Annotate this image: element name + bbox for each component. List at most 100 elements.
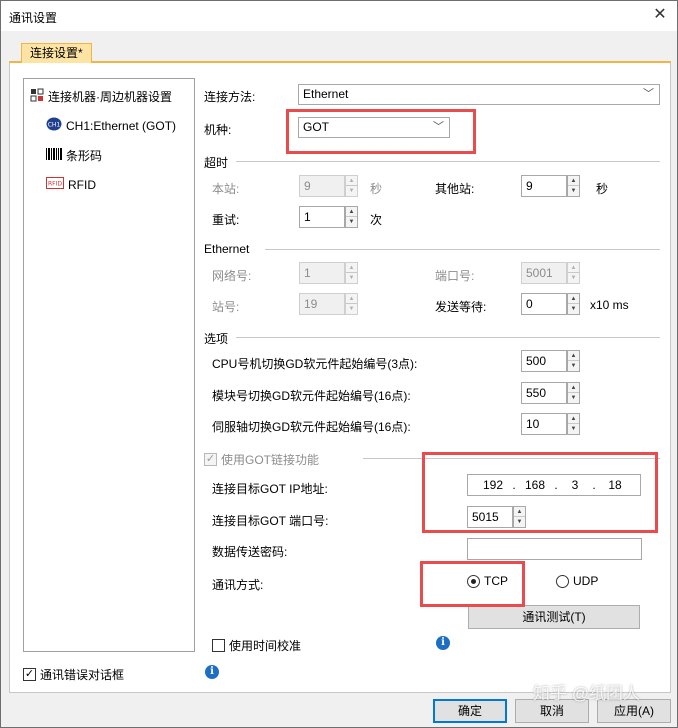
spin-up-icon: ▲	[346, 263, 357, 273]
module-switch-label: 模块号切换GD软元件起始编号(16点):	[212, 389, 411, 403]
svg-text:RFID: RFID	[48, 181, 62, 188]
spin-up-icon: ▲	[346, 176, 357, 186]
connection-method-select[interactable]: Ethernet ﹀	[298, 84, 660, 105]
comm-method-label: 通讯方式:	[212, 578, 264, 592]
retry-label: 重试:	[212, 213, 240, 227]
spin-down-icon: ▼	[348, 275, 355, 281]
chevron-down-icon: ﹀	[643, 88, 654, 100]
svg-text:CH1: CH1	[48, 122, 61, 129]
device-tree[interactable]: 连接机器·周边机器设置 CH1 CH1:Ethernet (GOT) 条形码 R…	[23, 78, 195, 652]
model-label: 机种:	[204, 123, 232, 137]
tab-connection-settings[interactable]: 连接设置*	[21, 43, 92, 63]
highlight-model	[286, 109, 476, 154]
station-number-label: 站号:	[212, 300, 240, 314]
other-station-unit: 秒	[596, 182, 609, 196]
udp-label: UDP	[573, 574, 599, 588]
highlight-tcp	[420, 561, 525, 607]
tree-label-barcode: 条形码	[66, 149, 103, 163]
retry-value[interactable]: 1	[299, 206, 345, 228]
time-sync-label: 使用时间校准	[229, 639, 302, 653]
network-number-value: 1	[299, 262, 345, 284]
spin-down-icon[interactable]: ▼	[568, 424, 579, 434]
station-timeout-value: 9	[299, 175, 345, 197]
info-icon[interactable]: i	[436, 636, 450, 650]
target-port-label: 连接目标GOT 端口号:	[212, 514, 329, 528]
tree-item-barcode[interactable]: 条形码	[46, 147, 102, 164]
tree-label-rfid: RFID	[68, 177, 96, 192]
other-station-value[interactable]: 9	[521, 175, 567, 197]
ok-button[interactable]: 确定	[433, 699, 507, 723]
tree-item-ch1[interactable]: CH1 CH1:Ethernet (GOT)	[46, 117, 176, 134]
ethernet-divider	[265, 249, 660, 250]
station-number-value: 19	[299, 293, 345, 315]
spin-down-icon[interactable]: ▼	[568, 304, 579, 314]
password-label: 数据传送密码:	[212, 545, 288, 559]
tab-strip: 连接设置*	[9, 43, 671, 63]
send-wait-label: 发送等待:	[435, 300, 487, 314]
spin-down-icon: ▼	[348, 188, 355, 194]
radio-unselected-icon	[556, 574, 569, 588]
title-bar: 通讯设置 ✕	[1, 1, 677, 31]
options-group-label: 选项	[204, 332, 229, 346]
checkmark-icon: ✓	[23, 668, 36, 681]
timeout-divider	[236, 161, 660, 162]
other-station-label: 其他站:	[435, 182, 475, 196]
watermark: 知乎 @纸团人	[533, 684, 640, 703]
got-link-label: 使用GOT链接功能	[221, 453, 319, 467]
checkmark-icon: ✓	[204, 453, 217, 466]
spin-down-icon[interactable]: ▼	[568, 361, 579, 371]
spin-up-icon: ▲	[568, 263, 579, 273]
servo-switch-label: 伺服轴切换GD软元件起始编号(16点):	[212, 420, 411, 434]
spin-up-icon[interactable]: ▲	[568, 414, 579, 424]
time-sync-checkbox[interactable]: 使用时间校准	[212, 637, 301, 654]
timeout-group-label: 超时	[204, 156, 229, 170]
spin-up-icon[interactable]: ▲	[568, 294, 579, 304]
settings-dialog: 通讯设置 ✕ 连接设置* 连接机器·周边机器设置 CH1 CH1:Etherne…	[0, 0, 678, 728]
rfid-icon: RFID	[46, 177, 64, 192]
network-device-icon	[30, 88, 44, 105]
tree-label-root: 连接机器·周边机器设置	[48, 90, 172, 104]
ethernet-group-label: Ethernet	[204, 242, 250, 256]
spin-down-icon: ▼	[570, 275, 577, 281]
spin-up-icon: ▲	[346, 294, 357, 304]
servo-switch-value[interactable]: 10	[521, 413, 567, 435]
error-dialog-label: 通讯错误对话框	[40, 668, 125, 682]
spin-down-icon[interactable]: ▼	[346, 217, 357, 227]
network-number-label: 网络号:	[212, 269, 252, 283]
spin-down-icon[interactable]: ▼	[568, 186, 579, 196]
station-timeout-unit: 秒	[370, 182, 383, 196]
module-switch-value[interactable]: 550	[521, 382, 567, 404]
cpu-switch-value[interactable]: 500	[521, 350, 567, 372]
tree-label-ch1: CH1:Ethernet (GOT)	[66, 118, 177, 133]
connection-method-value: Ethernet	[303, 87, 349, 101]
error-dialog-checkbox[interactable]: ✓ 通讯错误对话框	[23, 666, 124, 683]
spin-down-icon: ▼	[348, 306, 355, 312]
highlight-ip-port	[422, 452, 658, 533]
cpu-switch-label: CPU号机切换GD软元件起始编号(3点):	[212, 357, 418, 371]
options-divider	[236, 337, 660, 338]
retry-unit: 次	[370, 213, 383, 227]
port-number-label: 端口号:	[435, 269, 475, 283]
udp-radio[interactable]: UDP	[556, 574, 598, 588]
password-field[interactable]	[467, 538, 642, 560]
send-wait-unit: x10 ms	[590, 298, 629, 312]
tree-item-rfid[interactable]: RFID RFID	[46, 177, 96, 192]
station-timeout-label: 本站:	[212, 182, 240, 196]
close-icon[interactable]: ✕	[649, 5, 671, 27]
spin-down-icon[interactable]: ▼	[568, 393, 579, 403]
channel-icon: CH1	[46, 117, 62, 134]
info-icon[interactable]: i	[205, 665, 219, 679]
spin-up-icon[interactable]: ▲	[346, 207, 357, 217]
port-number-value: 5001	[521, 262, 567, 284]
spin-up-icon[interactable]: ▲	[568, 176, 579, 186]
got-link-checkbox: ✓ 使用GOT链接功能	[204, 451, 319, 468]
send-wait-value[interactable]: 0	[521, 293, 567, 315]
barcode-icon	[46, 148, 62, 163]
checkbox-icon	[212, 639, 225, 652]
spin-up-icon[interactable]: ▲	[568, 351, 579, 361]
connection-method-label: 连接方法:	[204, 90, 256, 104]
window-title: 通讯设置	[9, 11, 58, 25]
tree-item-root[interactable]: 连接机器·周边机器设置	[30, 88, 172, 105]
spin-up-icon[interactable]: ▲	[568, 383, 579, 393]
comm-test-button[interactable]: 通讯测试(T)	[468, 605, 640, 629]
